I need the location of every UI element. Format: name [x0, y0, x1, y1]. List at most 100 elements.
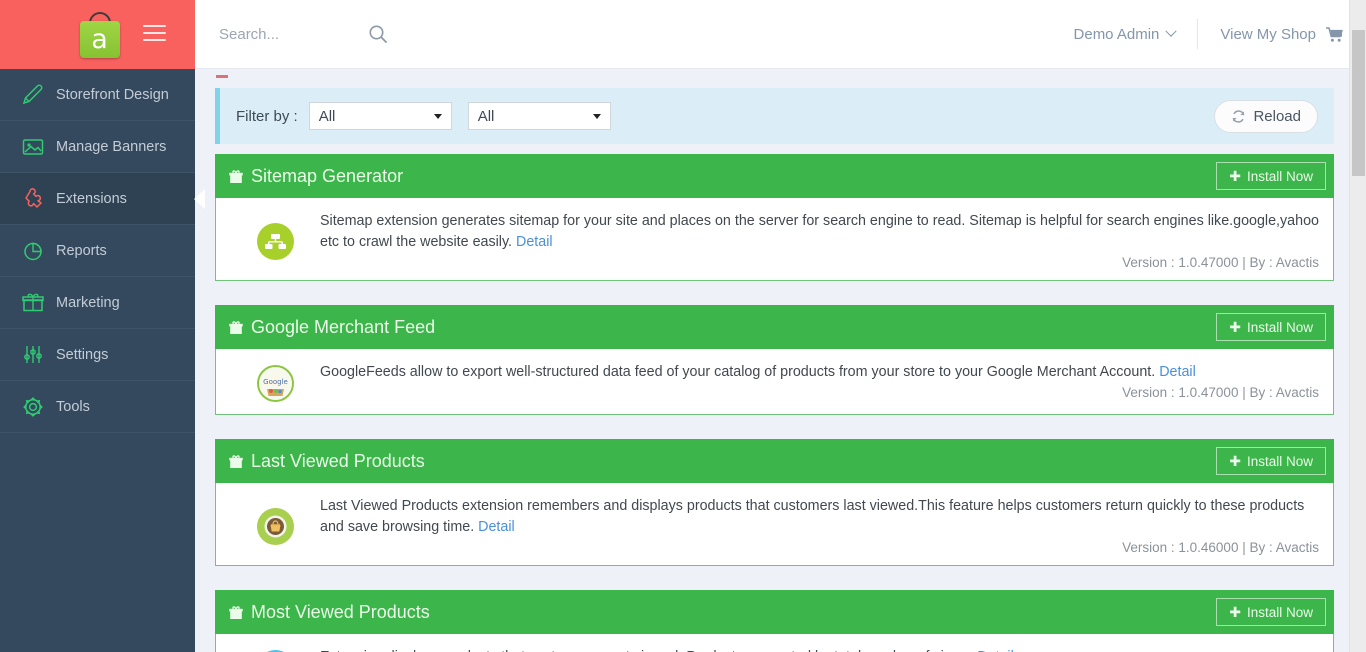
extension-card-body: Sitemap extension generates sitemap for …	[215, 198, 1334, 281]
sidebar-item-tools[interactable]: Tools	[0, 381, 195, 433]
sidebar-item-settings[interactable]: Settings	[0, 329, 195, 381]
extension-text: Sitemap extension generates sitemap for …	[320, 210, 1319, 270]
logo-letter: a	[91, 23, 108, 55]
gift-box-icon	[229, 454, 243, 469]
sidebar: a Storefront Design Manage Banners Exten…	[0, 0, 205, 652]
sidebar-item-manage-banners[interactable]: Manage Banners	[0, 121, 195, 173]
search-icon[interactable]	[367, 23, 389, 45]
install-now-button[interactable]: ✚ Install Now	[1216, 598, 1326, 626]
filter-select-1[interactable]: All	[308, 102, 452, 130]
extension-title: Sitemap Generator	[251, 165, 404, 186]
sidebar-item-reports[interactable]: Reports	[0, 225, 195, 277]
install-now-button[interactable]: ✚ Install Now	[1216, 313, 1326, 341]
sidebar-item-label: Reports	[56, 242, 107, 259]
extension-card-header: Most Viewed Products ✚ Install Now	[215, 590, 1334, 634]
menu-toggle-icon[interactable]	[143, 25, 166, 43]
extension-card-header: Sitemap Generator ✚ Install Now	[215, 154, 1334, 198]
extension-icon-wrap	[230, 210, 320, 270]
svg-text:Google: Google	[263, 378, 288, 386]
extension-description: GoogleFeeds allow to export well-structu…	[320, 364, 1156, 380]
extension-description: Sitemap extension generates sitemap for …	[320, 213, 1319, 250]
extension-card: Most Viewed Products ✚ Install Now	[215, 590, 1334, 652]
sidebar-item-label: Marketing	[56, 294, 120, 311]
extension-meta: Version : 1.0.47000 | By : Avactis	[1122, 255, 1319, 270]
view-my-shop-link[interactable]: View My Shop	[1220, 26, 1344, 43]
extension-meta: Version : 1.0.46000 | By : Avactis	[1122, 540, 1319, 555]
extension-description-wrap: Last Viewed Products extension remembers…	[320, 496, 1319, 538]
avactis-logo-icon[interactable]: a	[78, 11, 122, 58]
puzzle-icon	[20, 186, 56, 212]
detail-link[interactable]: Detail	[1159, 364, 1196, 380]
install-now-button[interactable]: ✚ Install Now	[1216, 447, 1326, 475]
plus-icon: ✚	[1229, 319, 1241, 335]
sidebar-item-label: Manage Banners	[56, 138, 167, 155]
install-now-label: Install Now	[1246, 319, 1313, 335]
sidebar-item-storefront-design[interactable]: Storefront Design	[0, 69, 195, 121]
sidebar-item-marketing[interactable]: Marketing	[0, 277, 195, 329]
extension-title: Most Viewed Products	[251, 601, 430, 622]
gear-icon	[20, 394, 56, 420]
filter-label: Filter by :	[236, 107, 298, 125]
active-tab-indicator	[216, 75, 228, 78]
extension-card: Last Viewed Products ✚ Install Now Last …	[215, 439, 1334, 566]
account-menu[interactable]: Demo Admin	[1074, 25, 1178, 43]
extension-card: Sitemap Generator ✚ Install Now Sitemap …	[215, 154, 1334, 281]
chevron-down-icon	[433, 114, 442, 119]
sliders-icon	[20, 342, 56, 368]
cart-icon	[1325, 26, 1344, 43]
extension-description-wrap: Extension displays products that custome…	[320, 647, 1319, 652]
reload-icon	[1231, 109, 1246, 124]
filter-select-2[interactable]: All	[467, 102, 611, 130]
image-icon	[20, 134, 56, 160]
search-input[interactable]	[217, 24, 357, 44]
extension-card: Google Merchant Feed ✚ Install Now Googl…	[215, 305, 1334, 415]
plus-icon: ✚	[1229, 453, 1241, 469]
pencil-icon	[20, 82, 56, 108]
extension-title: Google Merchant Feed	[251, 316, 436, 337]
extension-title-wrap: Sitemap Generator	[229, 166, 403, 187]
detail-link[interactable]: Detail	[516, 234, 553, 250]
topbar-right: Demo Admin View My Shop	[1074, 19, 1366, 49]
brand-header: a	[0, 0, 195, 69]
gift-icon	[20, 290, 56, 316]
extension-title-wrap: Most Viewed Products	[229, 602, 430, 623]
content-scroll-area: Filter by : All All Reload Sitemap Gener…	[195, 69, 1366, 652]
extension-description-wrap: GoogleFeeds allow to export well-structu…	[320, 362, 1319, 383]
extension-description: Last Viewed Products extension remembers…	[320, 498, 1305, 535]
extension-text: Extension displays products that custome…	[320, 646, 1319, 652]
extension-description-wrap: Sitemap extension generates sitemap for …	[320, 211, 1319, 253]
extension-text: Last Viewed Products extension remembers…	[320, 495, 1319, 555]
extension-icon-wrap: Google	[230, 361, 320, 404]
plus-icon: ✚	[1229, 604, 1241, 620]
extension-card-body: Google GoogleFeeds allow to export well-…	[215, 349, 1334, 415]
google-merchant-feed-icon: Google	[256, 365, 294, 402]
extension-card-body: Last Viewed Products extension remembers…	[215, 483, 1334, 566]
gift-box-icon	[229, 169, 243, 184]
extension-title-wrap: Last Viewed Products	[229, 451, 425, 472]
sidebar-item-label: Settings	[56, 346, 109, 363]
install-now-button[interactable]: ✚ Install Now	[1216, 162, 1326, 190]
extension-meta: Version : 1.0.47000 | By : Avactis	[1122, 385, 1319, 400]
chevron-down-icon	[1165, 25, 1178, 37]
reload-label: Reload	[1253, 107, 1301, 125]
plus-icon: ✚	[1229, 168, 1241, 184]
sidebar-item-extensions[interactable]: Extensions	[0, 173, 205, 225]
detail-link[interactable]: Detail	[478, 519, 515, 535]
extensions-list: Sitemap Generator ✚ Install Now Sitemap …	[215, 154, 1334, 652]
sidebar-item-label: Tools	[56, 398, 90, 415]
page-scrollbar[interactable]	[1349, 0, 1366, 652]
admin-app: a Storefront Design Manage Banners Exten…	[0, 0, 1366, 652]
scrollbar-thumb[interactable]	[1352, 30, 1365, 176]
install-now-label: Install Now	[1246, 453, 1313, 469]
gift-box-icon	[229, 320, 243, 335]
reload-button[interactable]: Reload	[1214, 99, 1318, 133]
extension-card-header: Google Merchant Feed ✚ Install Now	[215, 305, 1334, 349]
topbar: Demo Admin View My Shop	[195, 0, 1366, 69]
extension-card-header: Last Viewed Products ✚ Install Now	[215, 439, 1334, 483]
install-now-label: Install Now	[1246, 168, 1313, 184]
sitemap-extension-icon	[256, 222, 294, 260]
extension-title: Last Viewed Products	[251, 450, 425, 471]
sidebar-item-label: Extensions	[56, 190, 127, 207]
filter-select-1-value: All	[318, 107, 336, 125]
extension-icon-wrap	[230, 646, 320, 652]
